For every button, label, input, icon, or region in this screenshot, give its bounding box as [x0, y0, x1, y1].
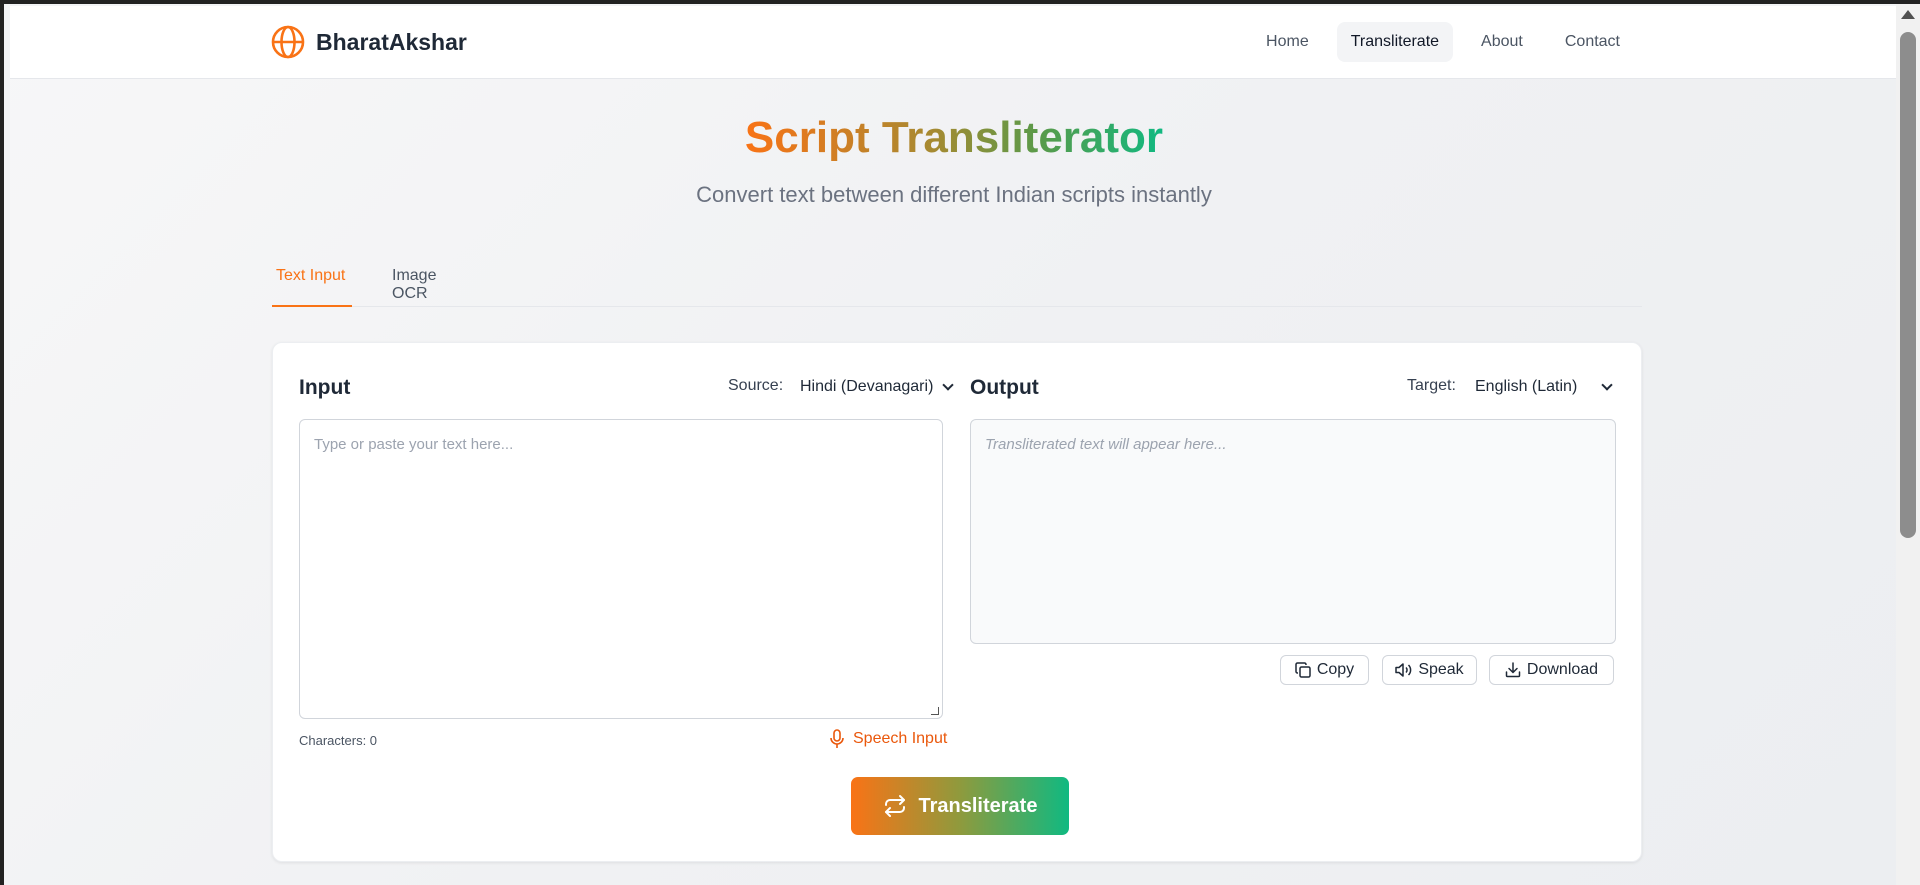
target-label: Target: — [1407, 377, 1456, 394]
browser-frame: BharatAkshar Home Transliterate About Co… — [0, 0, 1920, 885]
tab-text-input[interactable]: Text Input — [272, 250, 352, 307]
scroll-thumb[interactable] — [1900, 32, 1916, 538]
input-mode-tabs: Text Input Image OCR — [272, 250, 1642, 307]
transliterator-card: Input Source: Hindi (Devanagari) Type or… — [272, 342, 1642, 862]
nav-about[interactable]: About — [1467, 22, 1537, 62]
character-count: Characters: 0 — [299, 733, 378, 748]
speech-input-button[interactable]: Speech Input — [829, 729, 947, 749]
output-textarea[interactable]: Transliterated text will appear here... — [970, 419, 1616, 644]
speak-button[interactable]: Speak — [1382, 655, 1477, 685]
output-placeholder: Transliterated text will appear here... — [985, 436, 1227, 453]
input-title: Input — [299, 376, 351, 399]
nav-home[interactable]: Home — [1252, 22, 1323, 62]
page: BharatAkshar Home Transliterate About Co… — [10, 6, 1898, 885]
scroll-up-arrow[interactable] — [1901, 10, 1915, 19]
main-nav: Home Transliterate About Contact — [1252, 22, 1634, 62]
source-label: Source: — [728, 377, 784, 394]
target-script-value: English (Latin) — [1475, 378, 1578, 395]
transliterate-button[interactable]: Transliterate — [851, 777, 1069, 835]
source-script-value: Hindi (Devanagari) — [800, 378, 934, 395]
download-icon — [1505, 662, 1521, 678]
top-navbar: BharatAkshar Home Transliterate About Co… — [10, 6, 1898, 79]
swap-icon — [883, 794, 907, 818]
globe-icon — [270, 24, 306, 60]
speech-input-label: Speech Input — [853, 730, 948, 747]
target-script-select[interactable]: English (Latin) — [1469, 373, 1617, 401]
transliterate-label: Transliterate — [918, 794, 1038, 817]
page-title: Script Transliterator — [744, 113, 1164, 162]
brand-name: BharatAkshar — [316, 28, 467, 55]
input-textarea[interactable]: Type or paste your text here... — [299, 419, 943, 719]
copy-button[interactable]: Copy — [1280, 655, 1369, 685]
chevron-down-icon — [1601, 378, 1613, 391]
copy-icon — [1295, 662, 1311, 678]
page-subtitle: Convert text between different Indian sc… — [696, 182, 1212, 207]
nav-contact[interactable]: Contact — [1551, 22, 1634, 62]
nav-transliterate[interactable]: Transliterate — [1336, 22, 1454, 62]
mic-icon — [829, 729, 845, 749]
output-title: Output — [970, 376, 1039, 399]
speak-label: Speak — [1418, 661, 1464, 678]
copy-label: Copy — [1316, 661, 1355, 678]
source-script-select[interactable]: Hindi (Devanagari) — [794, 373, 958, 401]
download-label: Download — [1526, 661, 1599, 678]
resize-handle[interactable] — [931, 707, 939, 715]
speaker-icon — [1395, 662, 1412, 678]
download-button[interactable]: Download — [1489, 655, 1614, 685]
page-scrollbar[interactable] — [1896, 4, 1920, 885]
input-placeholder: Type or paste your text here... — [314, 436, 514, 453]
chevron-down-icon — [942, 378, 954, 391]
tab-image-ocr[interactable]: Image OCR — [388, 250, 478, 307]
brand-logo[interactable]: BharatAkshar — [270, 24, 467, 60]
